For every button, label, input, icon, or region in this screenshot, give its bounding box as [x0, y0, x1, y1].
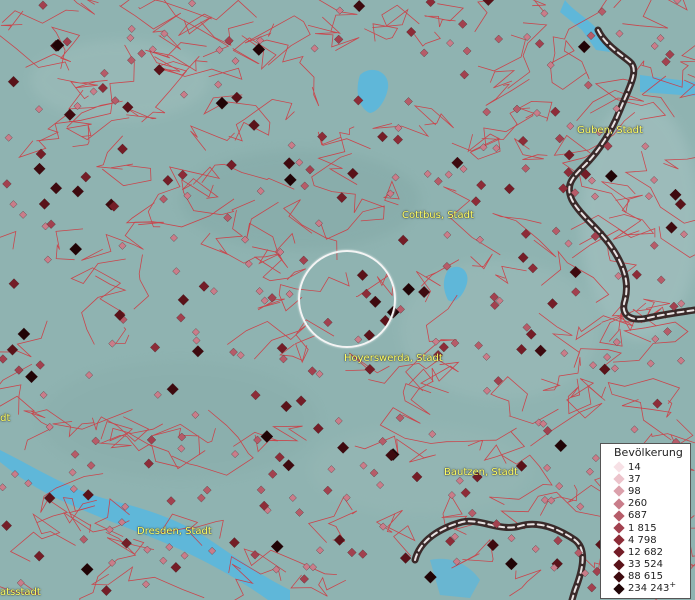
legend-label: 234 243: [628, 583, 670, 595]
legend-swatch: [613, 497, 625, 510]
legend-swatch: [613, 583, 625, 595]
legend-item: 4 798: [601, 534, 690, 546]
legend-label: 687: [628, 510, 648, 522]
legend-label: 14: [628, 461, 641, 473]
legend-swatch: [613, 461, 625, 473]
legend-item: 88 615: [601, 571, 690, 583]
legend-label: 4 798: [628, 534, 657, 546]
legend-label: 1 815: [628, 522, 657, 534]
legend-swatch: [613, 510, 625, 522]
city-label-hoyerswerda[interactable]: Hoyerswerda, Stadt: [344, 353, 443, 364]
legend-swatch: [613, 546, 625, 559]
legend-swatch: [613, 558, 625, 571]
selection-circle[interactable]: [298, 250, 396, 348]
legend-item: 1 815: [601, 522, 690, 534]
city-label-guben[interactable]: Guben, Stadt: [577, 125, 643, 136]
legend-item: 234 243 +: [601, 580, 690, 595]
legend-item: 14: [601, 461, 690, 473]
legend-item: 687: [601, 510, 690, 522]
legend-label: 12 682: [628, 546, 663, 558]
legend-item: 37: [601, 473, 690, 485]
legend-swatch: [613, 571, 625, 583]
legend-item: 12 682: [601, 546, 690, 559]
city-label-cottbus[interactable]: Cottbus, Stadt: [402, 210, 474, 221]
legend-label: 88 615: [628, 571, 663, 583]
legend-item: 98: [601, 485, 690, 498]
city-label-partial-left[interactable]: adt: [0, 413, 10, 424]
city-label-bautzen[interactable]: Bautzen, Stadt: [444, 467, 518, 478]
legend-label: 37: [628, 473, 641, 485]
legend-label: 33 524: [628, 559, 663, 571]
legend-swatch: [613, 473, 625, 485]
legend-item: 33 524: [601, 558, 690, 571]
population-legend: Bevölkerung 14 37 98 260 687 1 815 4 798 12 682…: [600, 443, 691, 599]
city-label-dresden[interactable]: Dresden, Stadt: [137, 526, 212, 537]
legend-label: 98: [628, 485, 641, 497]
legend-swatch: [613, 534, 625, 546]
legend-swatch: [613, 522, 625, 534]
legend-label: 260: [628, 498, 648, 510]
legend-items: 14 37 98 260 687 1 815 4 798 12 682 33 524 88 615…: [601, 461, 690, 595]
legend-swatch: [613, 485, 625, 498]
city-label-partial-bottom-left[interactable]: atsstadt: [0, 587, 41, 598]
legend-more-marker: +: [669, 580, 677, 590]
legend-title: Bevölkerung: [614, 446, 683, 459]
legend-item: 260: [601, 497, 690, 510]
